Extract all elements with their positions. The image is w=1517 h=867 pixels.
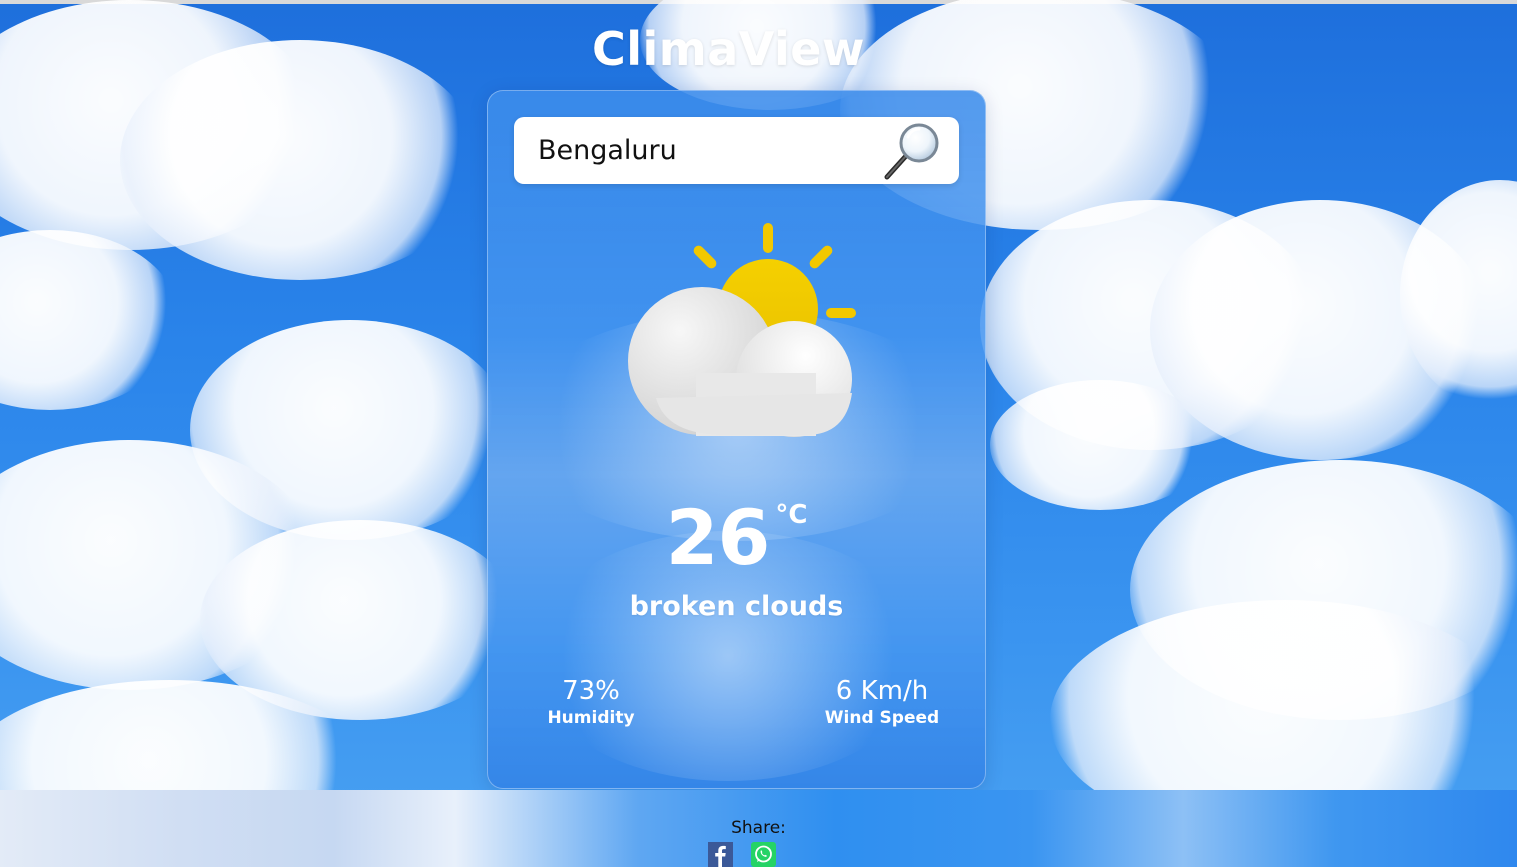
humidity-label: Humidity xyxy=(547,708,635,728)
temperature-value: 26 xyxy=(665,493,771,582)
app-title: ClimaView xyxy=(591,22,866,76)
share-label: Share: xyxy=(731,818,786,838)
wind-stat: 6 Km/h Wind Speed xyxy=(782,674,982,728)
facebook-share-button[interactable] xyxy=(708,842,733,867)
wind-value: 6 Km/h xyxy=(835,676,929,706)
facebook-icon xyxy=(708,842,733,867)
search-button[interactable] xyxy=(881,119,945,183)
weather-condition: broken clouds xyxy=(629,591,844,622)
weather-card: 26°C broken clouds 73% Humidity 6 Km/h W… xyxy=(487,90,986,789)
whatsapp-icon xyxy=(751,842,776,867)
partly-cloudy-icon xyxy=(628,223,856,437)
background-cloud xyxy=(0,230,180,410)
search-box xyxy=(514,117,959,184)
search-input[interactable] xyxy=(538,129,858,171)
humidity-value: 73% xyxy=(562,676,620,706)
temperature-unit: °C xyxy=(775,500,808,530)
background-cloud xyxy=(990,380,1210,510)
wind-label: Wind Speed xyxy=(824,708,940,728)
magnifier-icon xyxy=(884,123,939,180)
temperature-display: 26 °C xyxy=(488,496,985,580)
humidity-stat: 73% Humidity xyxy=(491,674,691,728)
footer: Share: xyxy=(0,790,1517,867)
background-cloud xyxy=(120,40,480,280)
whatsapp-share-button[interactable] xyxy=(751,842,776,867)
